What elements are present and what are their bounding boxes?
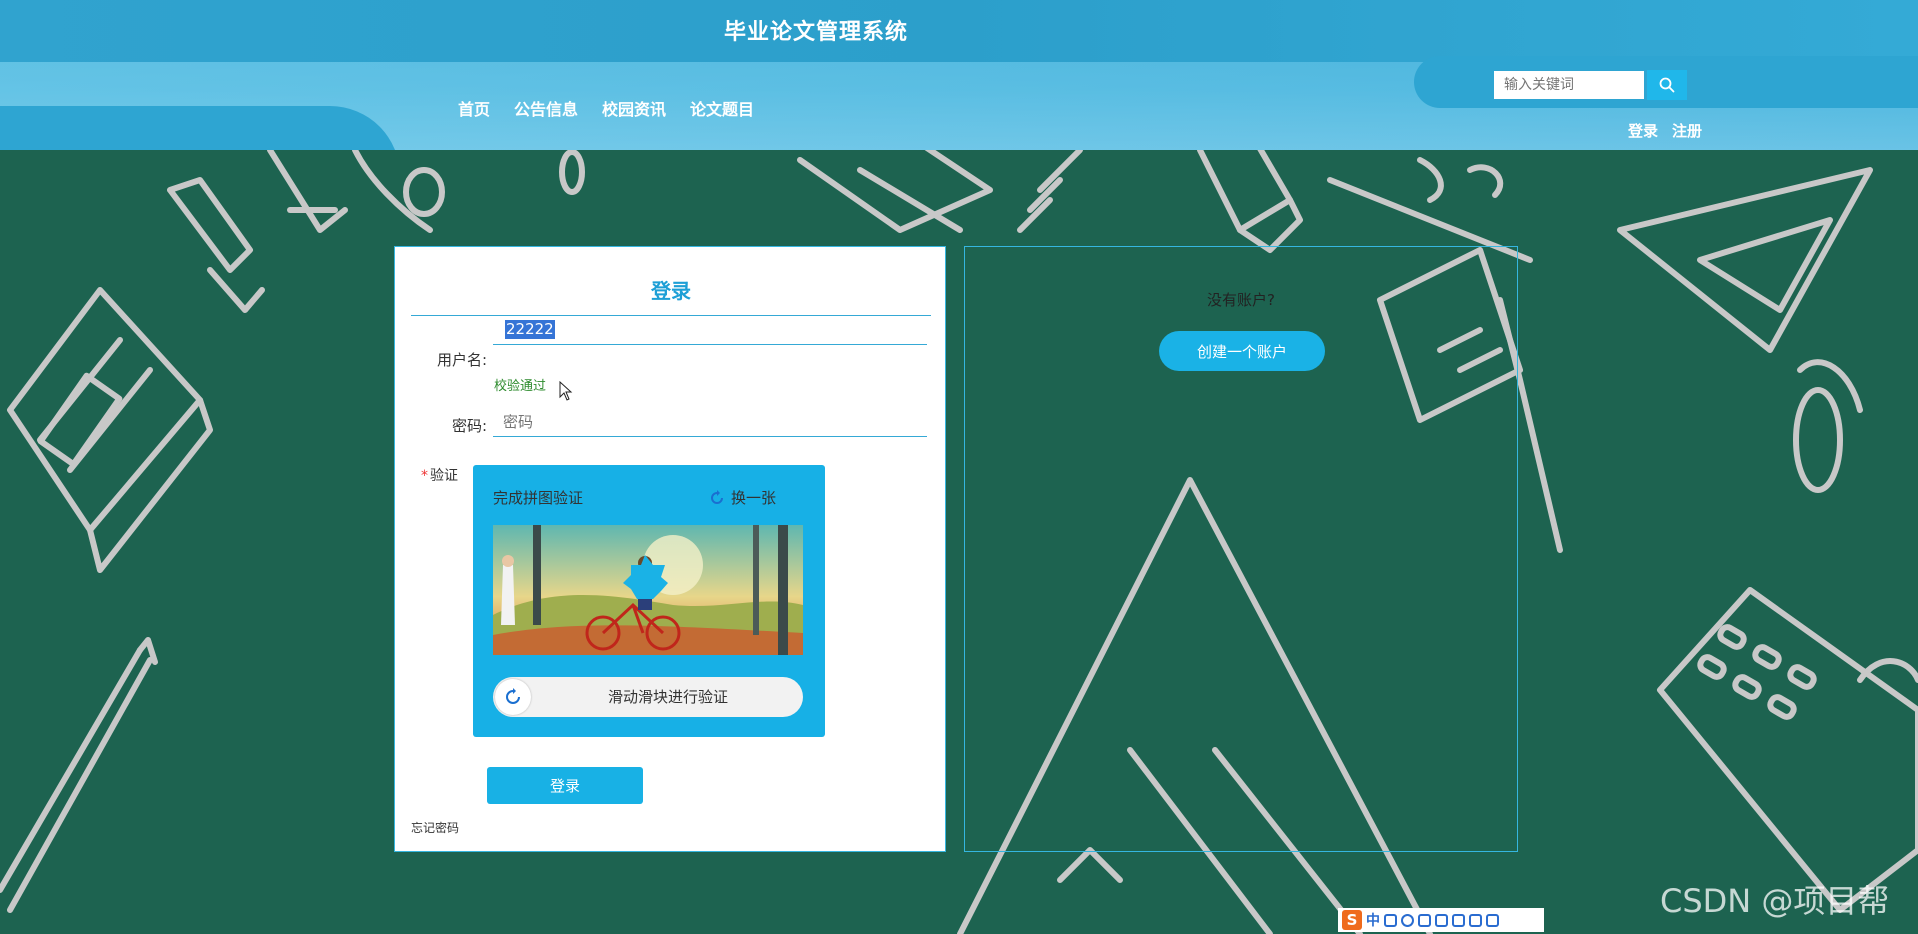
password-input[interactable] — [493, 407, 927, 437]
username-field[interactable] — [493, 315, 927, 345]
ime-emoji-icon[interactable] — [1401, 913, 1414, 927]
refresh-arrow-icon — [506, 688, 520, 704]
required-asterisk: * — [421, 468, 428, 484]
ime-mode-indicator[interactable]: 中 — [1366, 910, 1380, 930]
auth-links: 登录 注册 — [1628, 120, 1702, 141]
captcha-puzzle-image — [493, 525, 803, 655]
mouse-cursor-icon — [559, 381, 573, 401]
nav-item-thesis-topics[interactable]: 论文题目 — [690, 96, 754, 120]
captcha-widget: 完成拼图验证 换一张 滑动滑块进行验证 — [473, 465, 825, 737]
ime-toolbar[interactable]: S 中 — [1338, 908, 1544, 932]
search-button[interactable] — [1647, 70, 1687, 100]
ime-logo-icon: S — [1342, 910, 1362, 930]
username-field-wrapper: 22222 — [493, 305, 927, 345]
captcha-refresh-button[interactable]: 换一张 — [709, 487, 776, 508]
nav-item-home[interactable]: 首页 — [458, 96, 490, 120]
ime-skin-icon[interactable] — [1469, 913, 1482, 927]
login-form-panel: 登录 用户名: 22222 校验通过 密码: * 验证 完成拼图验证 换一张 滑… — [394, 246, 946, 852]
register-link[interactable]: 注册 — [1672, 120, 1702, 141]
nav-item-announcements[interactable]: 公告信息 — [514, 96, 578, 120]
puzzle-illustration — [493, 525, 803, 655]
main-nav: 首页 公告信息 校园资讯 论文题目 — [458, 96, 778, 120]
search-input[interactable] — [1494, 71, 1644, 99]
username-value: 22222 — [505, 320, 555, 339]
ime-menu-icon[interactable] — [1486, 913, 1499, 927]
ime-voice-icon[interactable] — [1418, 913, 1431, 927]
login-title: 登录 — [651, 279, 691, 303]
captcha-refresh-label: 换一张 — [731, 489, 777, 507]
refresh-icon — [711, 489, 723, 504]
password-label: 密码: — [451, 417, 487, 435]
login-submit-button[interactable]: 登录 — [487, 767, 643, 804]
verify-label-text: 验证 — [430, 468, 458, 484]
forgot-password-link[interactable]: 忘记密码 — [411, 819, 459, 836]
header-wave-decoration — [0, 106, 400, 150]
register-panel: 没有账户? 创建一个账户 — [964, 246, 1518, 852]
captcha-slider-track[interactable]: 滑动滑块进行验证 — [493, 677, 803, 717]
captcha-slider-handle[interactable] — [495, 679, 531, 715]
chalk-doodles-illustration — [0, 150, 1918, 934]
username-label: 用户名: — [436, 351, 487, 369]
verify-label: * 验证 — [421, 465, 458, 485]
watermark: CSDN @项目帮 — [1660, 882, 1890, 920]
ime-tools-icon[interactable] — [1452, 913, 1465, 927]
site-title: 毕业论文管理系统 — [723, 20, 908, 45]
search-icon — [1659, 77, 1675, 93]
captcha-title: 完成拼图验证 — [493, 489, 584, 507]
no-account-prompt: 没有账户? — [1207, 291, 1275, 309]
ime-keyboard-icon[interactable] — [1435, 913, 1448, 927]
create-account-button[interactable]: 创建一个账户 — [1159, 331, 1325, 371]
ime-punctuation-icon[interactable] — [1384, 913, 1397, 927]
login-link[interactable]: 登录 — [1628, 120, 1658, 141]
nav-item-campus-news[interactable]: 校园资讯 — [602, 96, 666, 120]
site-header: 毕业论文管理系统 首页 公告信息 校园资讯 论文题目 登录 注册 — [0, 0, 1918, 150]
chalkboard-background — [0, 150, 1918, 934]
username-valid-message: 校验通过 — [494, 379, 547, 394]
captcha-slider-text: 滑动滑块进行验证 — [607, 688, 728, 706]
